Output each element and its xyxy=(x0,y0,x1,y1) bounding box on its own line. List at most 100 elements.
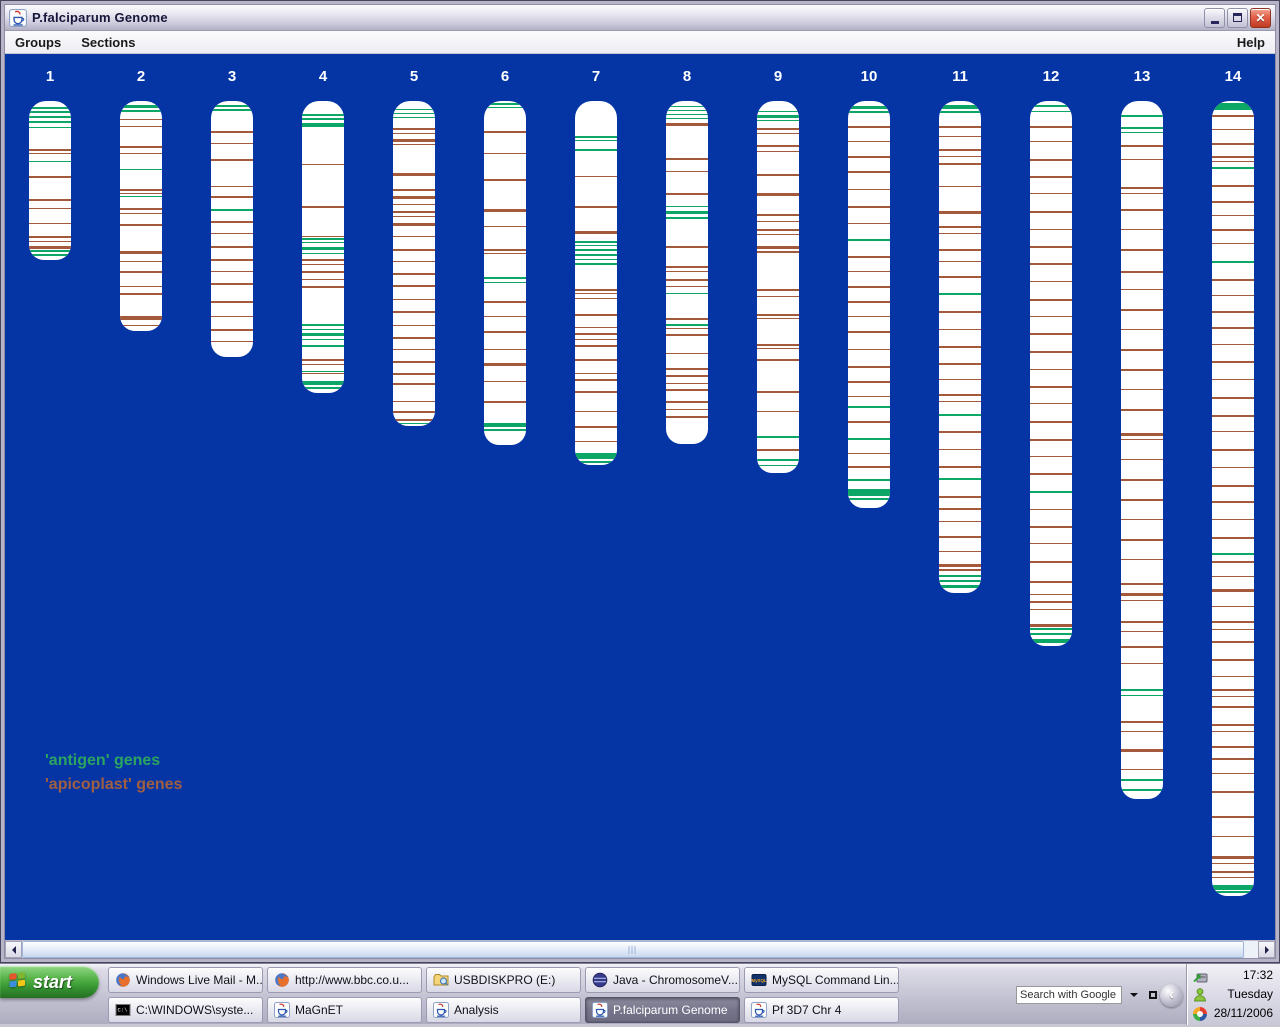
window-titlebar[interactable]: P.falciparum Genome ✕ xyxy=(5,5,1275,31)
start-button[interactable]: start xyxy=(0,966,99,998)
taskbar-button-label: MaGnET xyxy=(295,1003,343,1017)
chromosome-bar-10[interactable] xyxy=(848,101,890,508)
eject-device-icon[interactable] xyxy=(1192,968,1208,984)
search-dropdown-button[interactable] xyxy=(1126,987,1141,1003)
chromosome-bar-1[interactable] xyxy=(29,101,71,260)
apicoplast-gene-band xyxy=(1030,193,1072,194)
taskbar-button-p-falciparum-genome[interactable]: P.falciparum Genome xyxy=(585,997,740,1023)
apicoplast-gene-band xyxy=(848,141,890,142)
apicoplast-gene-band xyxy=(575,379,617,381)
taskbar-button-usbdiskpro-e[interactable]: USBDISKPRO (E:) xyxy=(426,967,581,993)
taskbar-button-http-www-bbc-co-u[interactable]: http://www.bbc.co.u... xyxy=(267,967,422,993)
scroll-left-button[interactable] xyxy=(5,941,22,958)
chromosome-bar-14[interactable] xyxy=(1212,101,1254,896)
minimize-button[interactable] xyxy=(1204,8,1225,28)
taskbar-button-mysql-command-lin[interactable]: MySQLMySQL Command Lin... xyxy=(744,967,899,993)
chromosome-bar-5[interactable] xyxy=(393,101,435,426)
system-tray: 17:32 Tuesday 28/11/2006 xyxy=(1186,964,1280,1025)
apicoplast-gene-band xyxy=(939,521,981,522)
apicoplast-gene-band xyxy=(1030,141,1072,142)
apicoplast-gene-band xyxy=(757,246,799,249)
maximize-button[interactable] xyxy=(1227,8,1248,28)
menu-groups[interactable]: Groups xyxy=(15,35,61,50)
apicoplast-gene-band xyxy=(666,334,708,336)
color-swirl-icon[interactable] xyxy=(1192,1006,1208,1022)
antigen-gene-band xyxy=(302,238,344,240)
apicoplast-gene-band xyxy=(1212,379,1254,380)
chromosome-bar-3[interactable] xyxy=(211,101,253,357)
scroll-track[interactable] xyxy=(1244,941,1258,958)
chromosome-bar-4[interactable] xyxy=(302,101,344,393)
apicoplast-gene-band xyxy=(484,301,526,303)
apicoplast-gene-band xyxy=(757,133,799,134)
antigen-gene-band xyxy=(120,110,162,112)
antigen-gene-band xyxy=(666,293,708,294)
apicoplast-gene-band xyxy=(575,293,617,294)
apicoplast-gene-band xyxy=(939,233,981,234)
chromosome-bar-8[interactable] xyxy=(666,101,708,444)
apicoplast-gene-band xyxy=(848,256,890,258)
scroll-right-button[interactable] xyxy=(1258,941,1275,958)
genome-view: 1234567891011121314 'antigen' genes'apic… xyxy=(5,54,1275,940)
messenger-person-icon[interactable] xyxy=(1192,987,1208,1003)
chromosome-2: 2 xyxy=(116,66,166,331)
close-button[interactable]: ✕ xyxy=(1250,8,1271,28)
antigen-gene-band xyxy=(757,115,799,118)
apicoplast-gene-band xyxy=(1121,769,1163,770)
apicoplast-gene-band xyxy=(757,251,799,253)
antigen-gene-band xyxy=(1121,115,1163,117)
menu-sections[interactable]: Sections xyxy=(81,35,135,50)
antigen-gene-band xyxy=(29,127,71,128)
antigen-gene-band xyxy=(848,406,890,408)
scroll-thumb[interactable] xyxy=(22,941,1244,958)
taskbar-button-java-chromosomev[interactable]: Java - ChromosomeV... xyxy=(585,967,740,993)
apicoplast-gene-band xyxy=(939,363,981,365)
apicoplast-gene-band xyxy=(939,156,981,157)
chromosome-bar-9[interactable] xyxy=(757,101,799,473)
search-input[interactable] xyxy=(1016,986,1122,1004)
apicoplast-gene-band xyxy=(1212,129,1254,130)
apicoplast-gene-band xyxy=(1212,295,1254,296)
apicoplast-gene-band xyxy=(848,286,890,288)
chromosome-bar-6[interactable] xyxy=(484,101,526,445)
taskbar-button-analysis[interactable]: Analysis xyxy=(426,997,581,1023)
taskbar-button-c-windows-syste[interactable]: C:\C:\WINDOWS\syste... xyxy=(108,997,263,1023)
chromosome-bar-12[interactable] xyxy=(1030,101,1072,646)
chromosome-bar-7[interactable] xyxy=(575,101,617,465)
apicoplast-gene-band xyxy=(211,283,253,285)
antigen-gene-band xyxy=(393,113,435,114)
apicoplast-gene-band xyxy=(757,289,799,291)
apicoplast-gene-band xyxy=(393,144,435,145)
apicoplast-gene-band xyxy=(1212,696,1254,697)
deskbar-restore-button[interactable] xyxy=(1145,987,1160,1003)
apicoplast-gene-band xyxy=(1212,161,1254,162)
apicoplast-gene-band xyxy=(484,209,526,212)
chromosome-bar-2[interactable] xyxy=(120,101,162,331)
apicoplast-gene-band xyxy=(939,261,981,262)
taskbar-button-windows-live-mail-m[interactable]: Windows Live Mail - M... xyxy=(108,967,263,993)
apicoplast-gene-band xyxy=(484,349,526,350)
antigen-gene-band xyxy=(302,324,344,326)
antigen-gene-band xyxy=(484,107,526,108)
apicoplast-gene-band xyxy=(757,449,799,451)
antigen-gene-band xyxy=(575,453,617,459)
taskbar-button-pf-3d7-chr-4[interactable]: Pf 3D7 Chr 4 xyxy=(744,997,899,1023)
apicoplast-gene-band xyxy=(1030,439,1072,441)
apicoplast-gene-band xyxy=(1030,526,1072,528)
start-button-label: start xyxy=(33,972,72,993)
taskbar-button-magnet[interactable]: MaGnET xyxy=(267,997,422,1023)
clock-day: Tuesday xyxy=(1214,985,1273,1004)
apicoplast-gene-band xyxy=(211,159,253,161)
apicoplast-gene-band xyxy=(1212,561,1254,563)
antigen-gene-band xyxy=(939,111,981,113)
apicoplast-gene-band xyxy=(393,216,435,217)
apicoplast-gene-band xyxy=(1212,589,1254,592)
apicoplast-gene-band xyxy=(484,253,526,254)
apicoplast-gene-band xyxy=(848,301,890,303)
apicoplast-gene-band xyxy=(575,206,617,208)
menu-help[interactable]: Help xyxy=(1237,35,1265,50)
chromosome-bar-13[interactable] xyxy=(1121,101,1163,799)
antigen-gene-band xyxy=(120,196,162,197)
chromosome-bar-11[interactable] xyxy=(939,101,981,593)
tray-collapse-button[interactable]: ‹ xyxy=(1160,984,1183,1007)
